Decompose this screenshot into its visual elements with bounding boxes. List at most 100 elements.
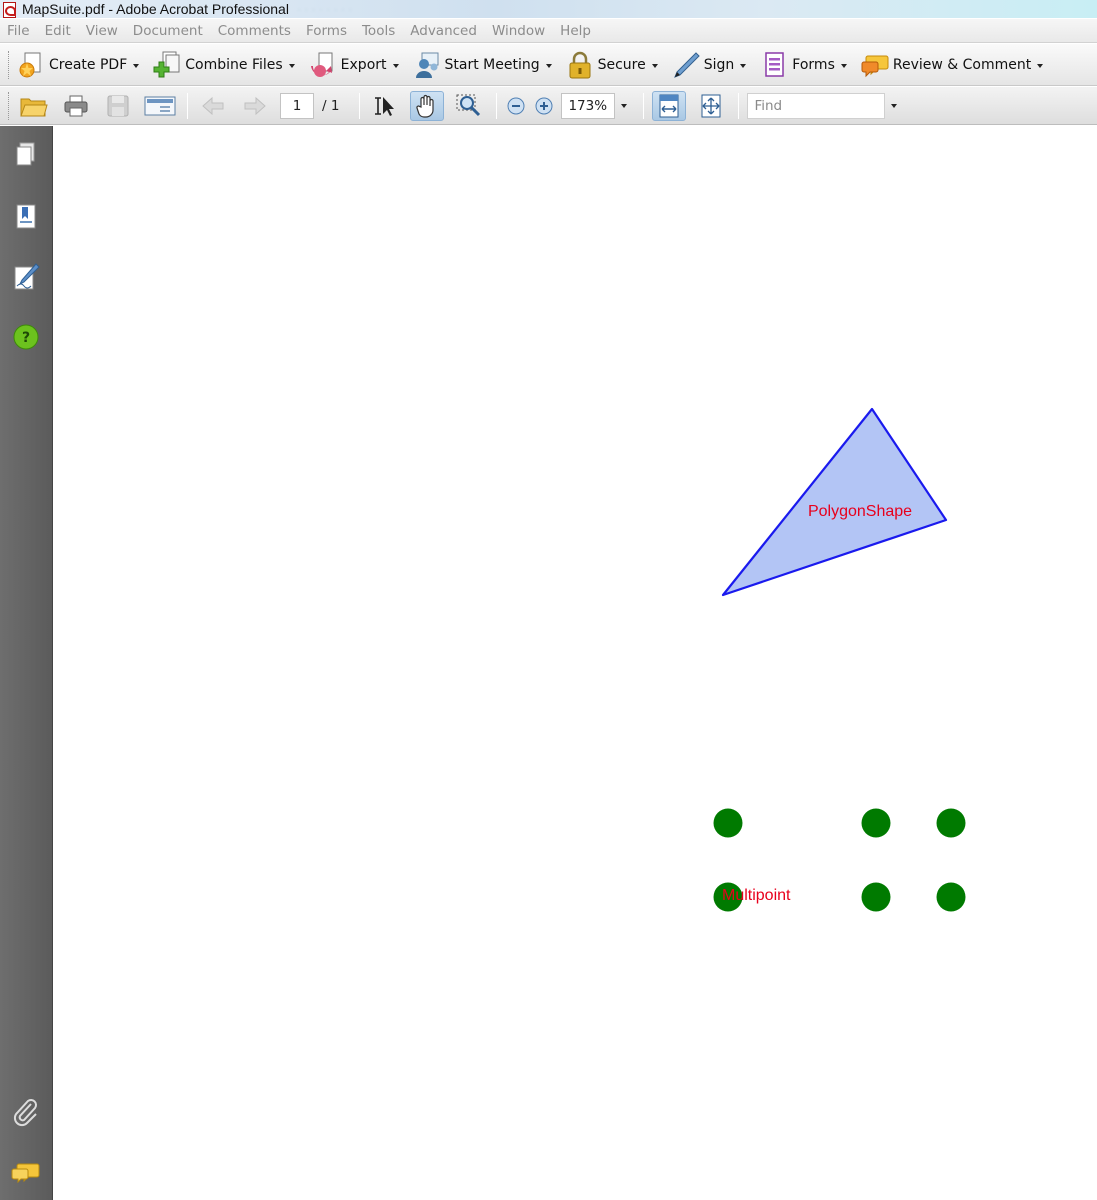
create-pdf-button[interactable]: Create PDF <box>17 48 140 82</box>
forms-dropdown-icon <box>840 63 847 68</box>
toolbar-grip-2[interactable] <box>8 91 11 120</box>
review-comment-button[interactable]: Review & Comment <box>861 48 1044 82</box>
next-page-button[interactable] <box>238 91 272 121</box>
toolbar-separator <box>359 92 361 119</box>
standard-toolbar: 1 / 1 173% <box>0 87 1097 125</box>
start-meeting-icon <box>415 52 438 78</box>
previous-page-button[interactable] <box>196 91 230 121</box>
document-page[interactable]: PolygonShape Multipoint <box>54 126 1097 1200</box>
combine-files-label: Combine Files <box>185 56 283 73</box>
zoom-dropdown-icon[interactable] <box>621 103 628 108</box>
menu-comments[interactable]: Comments <box>218 23 291 39</box>
open-button[interactable] <box>17 91 51 121</box>
title-bar: MapSuite.pdf - Adobe Acrobat Professiona… <box>0 0 1097 18</box>
fit-width-icon <box>659 94 679 117</box>
create-pdf-dropdown-icon <box>133 63 140 68</box>
attachments-icon[interactable] <box>11 1098 41 1128</box>
email-icon <box>144 96 176 115</box>
export-icon <box>310 52 333 77</box>
page-total: / 1 <box>322 97 340 114</box>
svg-text:?: ? <box>22 330 30 346</box>
forms-button[interactable]: Forms <box>760 48 847 82</box>
start-meeting-dropdown-icon <box>545 63 552 68</box>
zoom-out-icon <box>507 97 525 114</box>
bookmarks-icon[interactable] <box>11 202 41 232</box>
secure-dropdown-icon <box>651 63 658 68</box>
menu-edit[interactable]: Edit <box>45 23 71 39</box>
marquee-zoom-button[interactable] <box>452 91 486 121</box>
zoom-in-button[interactable] <box>533 91 555 121</box>
pages-icon[interactable] <box>11 140 41 170</box>
toolbar-separator <box>187 92 188 119</box>
fit-width-button[interactable] <box>652 90 687 121</box>
email-button[interactable] <box>143 91 177 121</box>
menu-tools[interactable]: Tools <box>362 23 395 39</box>
review-comment-dropdown-icon <box>1037 63 1044 68</box>
export-button[interactable]: Export <box>309 48 399 82</box>
signatures-icon[interactable] <box>11 262 41 292</box>
combine-files-button[interactable]: Combine Files <box>153 48 295 82</box>
map-canvas: PolygonShape Multipoint <box>713 407 966 912</box>
menu-document[interactable]: Document <box>133 23 203 39</box>
menu-forms[interactable]: Forms <box>306 23 347 39</box>
multipoint-dot[interactable] <box>861 882 891 912</box>
create-pdf-icon <box>19 52 41 77</box>
review-comment-label: Review & Comment <box>892 56 1032 73</box>
multipoint-dot[interactable] <box>936 808 966 838</box>
hand-icon <box>416 94 435 118</box>
hand-tool-button[interactable] <box>410 90 445 121</box>
export-dropdown-icon <box>392 63 399 68</box>
multipoint-dot[interactable] <box>861 808 891 838</box>
window-title: MapSuite.pdf - Adobe Acrobat Professiona… <box>22 1 289 17</box>
export-label: Export <box>340 56 387 73</box>
pen-icon <box>673 51 700 78</box>
select-tool-button[interactable] <box>368 91 402 121</box>
secure-button[interactable]: Secure <box>566 48 658 82</box>
save-button[interactable] <box>101 91 135 121</box>
combine-files-dropdown-icon <box>288 63 295 68</box>
arrow-left-icon <box>202 96 224 115</box>
zoom-level-input[interactable]: 173% <box>561 92 616 119</box>
menu-advanced[interactable]: Advanced <box>410 23 477 39</box>
multipoint-label: Multipoint <box>722 887 791 904</box>
multipoint-dot[interactable] <box>936 882 966 912</box>
polygon-label: PolygonShape <box>808 503 912 520</box>
menu-view[interactable]: View <box>86 23 118 39</box>
toolbar-grip[interactable] <box>8 50 11 79</box>
help-icon[interactable]: ? <box>11 322 41 352</box>
menu-help[interactable]: Help <box>560 23 591 39</box>
polygon-shape[interactable] <box>721 407 948 597</box>
page-number-input[interactable]: 1 <box>280 92 314 119</box>
toolbar-separator <box>738 92 740 119</box>
menu-window[interactable]: Window <box>492 23 545 39</box>
find-dropdown-icon[interactable] <box>891 103 898 108</box>
select-cursor-icon <box>375 96 395 116</box>
find-input[interactable] <box>747 92 886 119</box>
sign-button[interactable]: Sign <box>672 48 747 82</box>
print-button[interactable] <box>59 91 93 121</box>
fit-page-icon <box>701 94 721 117</box>
menu-bar: File Edit View Document Comments Forms T… <box>0 19 1097 43</box>
lock-icon <box>569 51 591 78</box>
toolbar-separator <box>643 92 645 119</box>
forms-label: Forms <box>792 56 835 73</box>
arrow-right-icon <box>244 96 266 115</box>
sign-dropdown-icon <box>740 63 747 68</box>
multipoint-dot[interactable] <box>713 808 743 838</box>
secure-label: Secure <box>597 56 646 73</box>
background-window-title: · · · · · · · · <box>296 2 353 16</box>
zoom-out-button[interactable] <box>505 91 527 121</box>
toolbar-separator <box>496 92 498 119</box>
start-meeting-label: Start Meeting <box>444 56 540 73</box>
acrobat-app-icon <box>2 2 16 18</box>
zoom-in-icon <box>535 97 553 114</box>
marquee-zoom-icon <box>456 94 481 116</box>
navigation-pane: ? <box>0 126 53 1200</box>
menu-file[interactable]: File <box>7 23 30 39</box>
tasks-toolbar: Create PDF Combine Files Export Start Me… <box>0 44 1097 86</box>
create-pdf-label: Create PDF <box>49 56 128 73</box>
comments-icon[interactable] <box>11 1158 41 1188</box>
start-meeting-button[interactable]: Start Meeting <box>413 48 552 82</box>
sign-label: Sign <box>703 56 735 73</box>
fit-page-button[interactable] <box>694 91 728 121</box>
